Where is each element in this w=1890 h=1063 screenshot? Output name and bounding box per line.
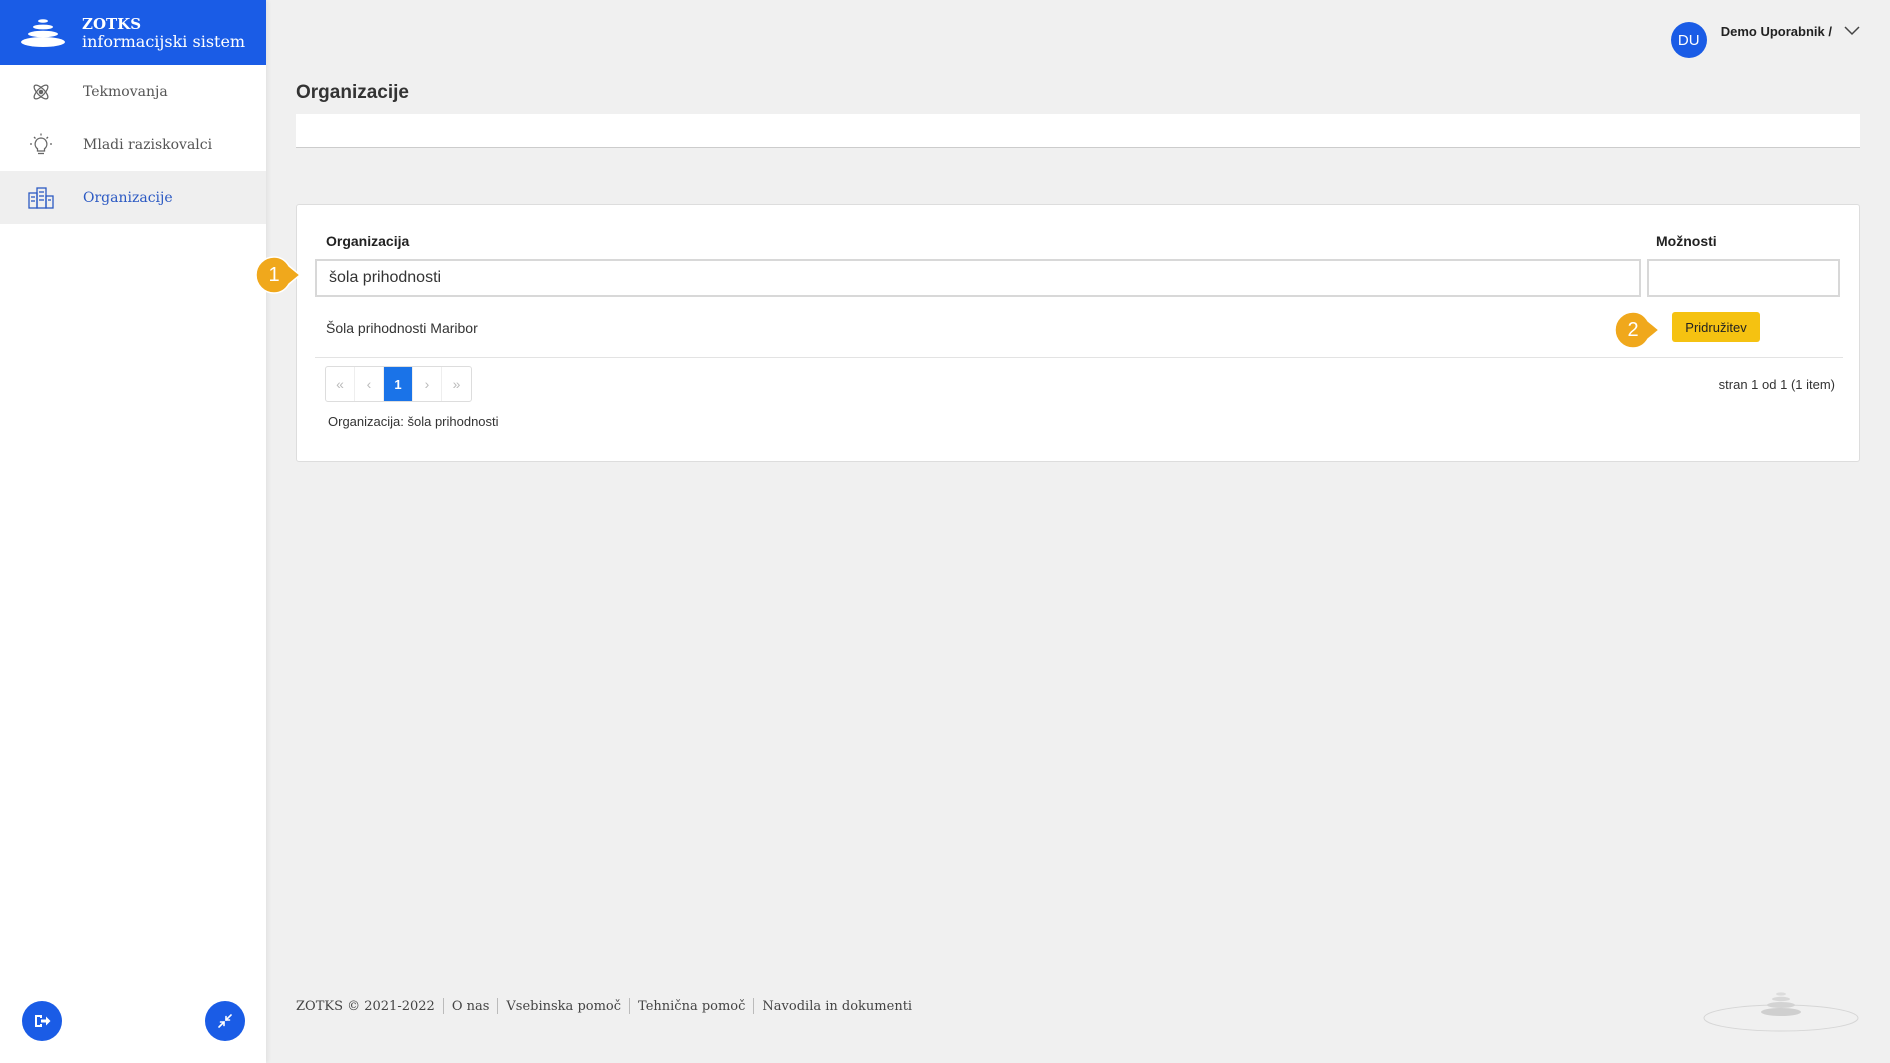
brand-header[interactable]: ZOTKS informacijski sistem	[0, 0, 266, 65]
footer-link-o-nas[interactable]: O nas	[452, 999, 490, 1014]
sidebar-item-mladi-raziskovalci[interactable]: Mladi raziskovalci	[0, 118, 266, 171]
footer-link-tehnicna-pomoc[interactable]: Tehnična pomoč	[638, 999, 745, 1014]
page-1-button[interactable]: 1	[384, 367, 413, 401]
footer-divider	[753, 998, 755, 1014]
callout-number: 1	[268, 263, 280, 286]
logout-button[interactable]	[22, 1001, 62, 1041]
join-button[interactable]: Pridružitev	[1672, 312, 1760, 342]
column-header-organizacija[interactable]: Organizacija	[326, 233, 409, 249]
prev-page-button[interactable]: ‹	[355, 367, 384, 401]
pagination: « ‹ 1 › »	[325, 366, 472, 402]
user-name: Demo Uporabnik /	[1720, 24, 1832, 39]
title-bar	[296, 114, 1860, 148]
callout-2: 2	[1614, 311, 1661, 349]
footer-divider	[442, 998, 444, 1014]
first-page-button[interactable]: «	[326, 367, 355, 401]
row-divider	[315, 357, 1843, 358]
footer-divider	[497, 998, 499, 1014]
footer-link-navodila[interactable]: Navodila in dokumenti	[762, 999, 912, 1014]
page-info: stran 1 od 1 (1 item)	[1718, 377, 1835, 392]
next-page-button[interactable]: ›	[413, 367, 442, 401]
sidebar: ZOTKS informacijski sistem Tekmovanja Ml…	[0, 0, 266, 1063]
buildings-icon	[28, 185, 54, 211]
sidebar-item-label: Tekmovanja	[83, 83, 168, 100]
brand-title: ZOTKS	[82, 14, 142, 33]
callout-1: 1	[255, 256, 302, 294]
sidebar-item-tekmovanja[interactable]: Tekmovanja	[0, 65, 266, 118]
zotks-logo-icon	[21, 18, 65, 47]
collapse-arrows-icon	[218, 1014, 232, 1028]
options-filter-input[interactable]	[1647, 259, 1840, 297]
last-page-button[interactable]: »	[442, 367, 471, 401]
footer-copyright: ZOTKS © 2021-2022	[296, 998, 435, 1014]
user-menu[interactable]: DU Demo Uporabnik /	[1670, 22, 1860, 58]
footer: ZOTKS © 2021-2022 O nas Vsebinska pomoč …	[296, 998, 912, 1014]
footer-link-vsebinska-pomoc[interactable]: Vsebinska pomoč	[506, 999, 621, 1014]
filter-summary: Organizacija: šola prihodnosti	[328, 414, 499, 429]
organization-filter-input[interactable]	[315, 259, 1641, 297]
logout-icon	[35, 1015, 51, 1027]
table-row: Šola prihodnosti Maribor	[326, 320, 478, 336]
brand-text: ZOTKS informacijski sistem	[82, 15, 245, 51]
lightbulb-icon	[28, 132, 54, 158]
atom-icon	[28, 79, 54, 105]
brand-subtitle: informacijski sistem	[82, 31, 246, 51]
collapse-sidebar-button[interactable]	[205, 1001, 245, 1041]
footer-divider	[629, 998, 631, 1014]
sidebar-nav: Tekmovanja Mladi raziskovalci Organizaci…	[0, 65, 266, 224]
sidebar-item-organizacije[interactable]: Organizacije	[0, 171, 266, 224]
avatar: DU	[1670, 22, 1707, 58]
sidebar-item-label: Mladi raziskovalci	[83, 136, 213, 153]
page-title: Organizacije	[296, 82, 409, 103]
chevron-down-icon	[1844, 26, 1860, 36]
column-header-moznosti: Možnosti	[1656, 233, 1717, 249]
callout-number: 2	[1627, 318, 1639, 341]
zotks-watermark-icon	[1703, 992, 1859, 1032]
sidebar-item-label: Organizacije	[83, 189, 173, 206]
